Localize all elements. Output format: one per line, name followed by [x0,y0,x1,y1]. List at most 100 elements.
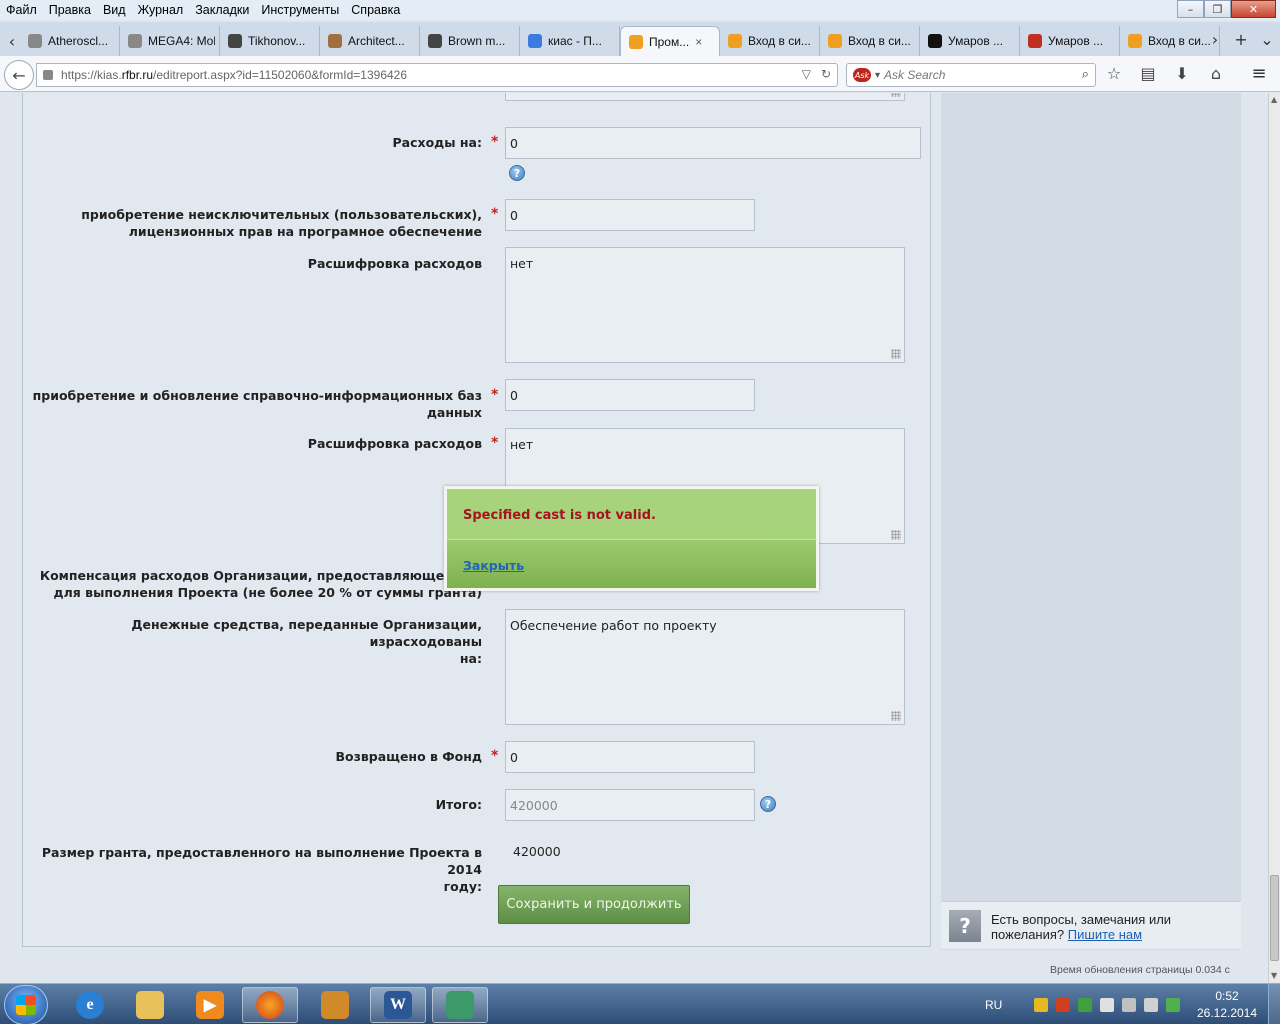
minimize-button[interactable]: – [1177,0,1204,18]
taskbar-word[interactable]: W [370,987,426,1023]
flag-icon[interactable] [1100,997,1115,1012]
taskbar-app[interactable] [432,987,488,1023]
tab-2[interactable]: Tikhonov... [220,26,320,56]
tab-9[interactable]: Умаров ... [920,26,1020,56]
expenses-breakdown-textarea[interactable]: нет [505,247,905,363]
label-reference-databases: приобретение и обновление справочно-инфо… [32,388,482,420]
menu-bookmarks[interactable]: Закладки [189,3,255,17]
tab-10[interactable]: Умаров ... [1020,26,1120,56]
url-text: https://kias.rfbr.ru/editreport.aspx?id=… [61,68,408,82]
page-scrollbar[interactable]: ▲ ▼ [1268,93,1280,982]
scrollbar-thumb[interactable] [1270,875,1279,961]
tab-5[interactable]: киас - П... [520,26,620,56]
back-button[interactable]: ← [4,60,34,90]
search-bar[interactable]: Ask ▾ Ask Search ⌕ [846,63,1096,87]
nvidia-icon[interactable] [1078,997,1093,1012]
menu-help[interactable]: Справка [345,3,406,17]
scroll-up-icon[interactable]: ▲ [1271,95,1277,104]
save-and-continue-button[interactable]: Сохранить и продолжить [498,885,690,924]
tab-favicon-icon [128,34,142,48]
label-organization-compensation: Компенсация расходов Организации, предос… [39,568,482,600]
reload-icon[interactable]: ↻ [821,67,831,81]
returned-to-fund-input[interactable]: 0 [505,741,755,773]
shield-icon[interactable] [1034,997,1049,1012]
feedback-text: Есть вопросы, замечания или пожелания? П… [991,912,1172,942]
bookmark-star-icon[interactable]: ☆ [1104,64,1124,84]
volume-icon[interactable] [1144,997,1159,1012]
search-icon[interactable]: ⌕ [1082,67,1089,82]
url-bar[interactable]: https://kias.rfbr.ru/editreport.aspx?id=… [36,63,838,87]
taskbar-media-player[interactable]: ▶ [182,987,238,1023]
bookmarks-list-icon[interactable]: ▤ [1138,64,1158,84]
help-icon[interactable]: ? [509,165,525,181]
speaker-muted-icon[interactable] [1056,997,1071,1012]
firefox-icon [256,991,284,1019]
network-icon[interactable] [1122,997,1137,1012]
tab-7[interactable]: Вход в си... [720,26,820,56]
tab-1[interactable]: MEGA4: Mole... [120,26,220,56]
tab-4[interactable]: Brown m... [420,26,520,56]
label-grant-size: Размер гранта, предоставленного на выпол… [41,845,482,894]
tab-favicon-icon [228,34,242,48]
tab-label: MEGA4: Mole... [148,34,215,48]
tab-favicon-icon [28,34,42,48]
tabs-list-icon[interactable]: ⌄ [1254,30,1280,49]
taskbar-archiver[interactable] [307,987,363,1023]
downloads-icon[interactable]: ⬇ [1172,64,1192,84]
tabbar-right: › + ⌄ [1202,22,1280,56]
start-button[interactable] [4,985,48,1024]
textarea-partial[interactable] [505,93,905,101]
tab-8[interactable]: Вход в си... [820,26,920,56]
windows-logo-icon [16,995,36,1015]
home-icon[interactable]: ⌂ [1206,64,1226,84]
system-tray: RU [985,984,1181,1024]
scroll-down-icon[interactable]: ▼ [1271,971,1277,980]
tab-0[interactable]: Atheroscl... [20,26,120,56]
tab-favicon-icon [928,34,942,48]
resize-grip-icon [891,711,901,721]
tab-label: киас - П... [548,34,602,48]
menu-edit[interactable]: Правка [43,3,97,17]
write-us-link[interactable]: Пишите нам [1068,927,1142,942]
taskbar-firefox[interactable] [242,987,298,1023]
menu-bar: Файл Правка Вид Журнал Закладки Инструме… [0,0,1280,20]
menu-view[interactable]: Вид [97,3,132,17]
side-panel [941,93,1241,950]
window-close-button[interactable]: ✕ [1231,0,1276,18]
clock[interactable]: 0:52 26.12.2014 [1196,988,1258,1022]
label-expenses-breakdown: Расшифровка расходов [307,256,482,271]
show-desktop-button[interactable] [1268,984,1280,1024]
tab-close-icon[interactable]: × [695,35,702,49]
expenses-on-input[interactable]: 0 [505,127,921,159]
internet-explorer-icon: e [76,991,104,1019]
search-engine-dropdown-icon[interactable]: ▾ [875,70,880,81]
tabs-scroll-left-icon[interactable]: ‹ [4,26,20,56]
language-indicator[interactable]: RU [985,998,1002,1012]
tab-label: Умаров ... [1048,34,1104,48]
taskbar-explorer[interactable] [122,987,178,1023]
maximize-button[interactable]: ❐ [1204,0,1231,18]
ask-logo-icon: Ask [853,68,871,82]
tabs-scroll-right-icon[interactable]: › [1202,30,1228,49]
tab-3[interactable]: Architect... [320,26,420,56]
sync-icon[interactable] [1166,997,1181,1012]
history-dropdown-icon[interactable]: ▽ [802,67,811,81]
menu-history[interactable]: Журнал [132,3,190,17]
label-total: Итого: [435,797,482,812]
grant-size-value: 420000 [513,844,561,859]
funds-transferred-textarea[interactable]: Обеспечение работ по проекту [505,609,905,725]
menu-file[interactable]: Файл [0,3,43,17]
reference-databases-input[interactable]: 0 [505,379,755,411]
taskbar-ie[interactable]: e [62,987,118,1023]
tab-favicon-icon [1128,34,1142,48]
hamburger-menu-icon[interactable]: ≡ [1248,64,1270,84]
tab-label: Пром... [649,34,690,49]
help-icon[interactable]: ? [760,796,776,812]
menu-tools[interactable]: Инструменты [255,3,345,17]
window-controls: – ❐ ✕ [1177,0,1276,18]
tab-6[interactable]: Пром... × [620,26,720,56]
new-tab-icon[interactable]: + [1228,30,1254,49]
close-dialog-link[interactable]: Закрыть [463,558,524,573]
toolbar-icons: ☆ ▤ ⬇ ⌂ [1104,64,1226,84]
software-licenses-input[interactable]: 0 [505,199,755,231]
